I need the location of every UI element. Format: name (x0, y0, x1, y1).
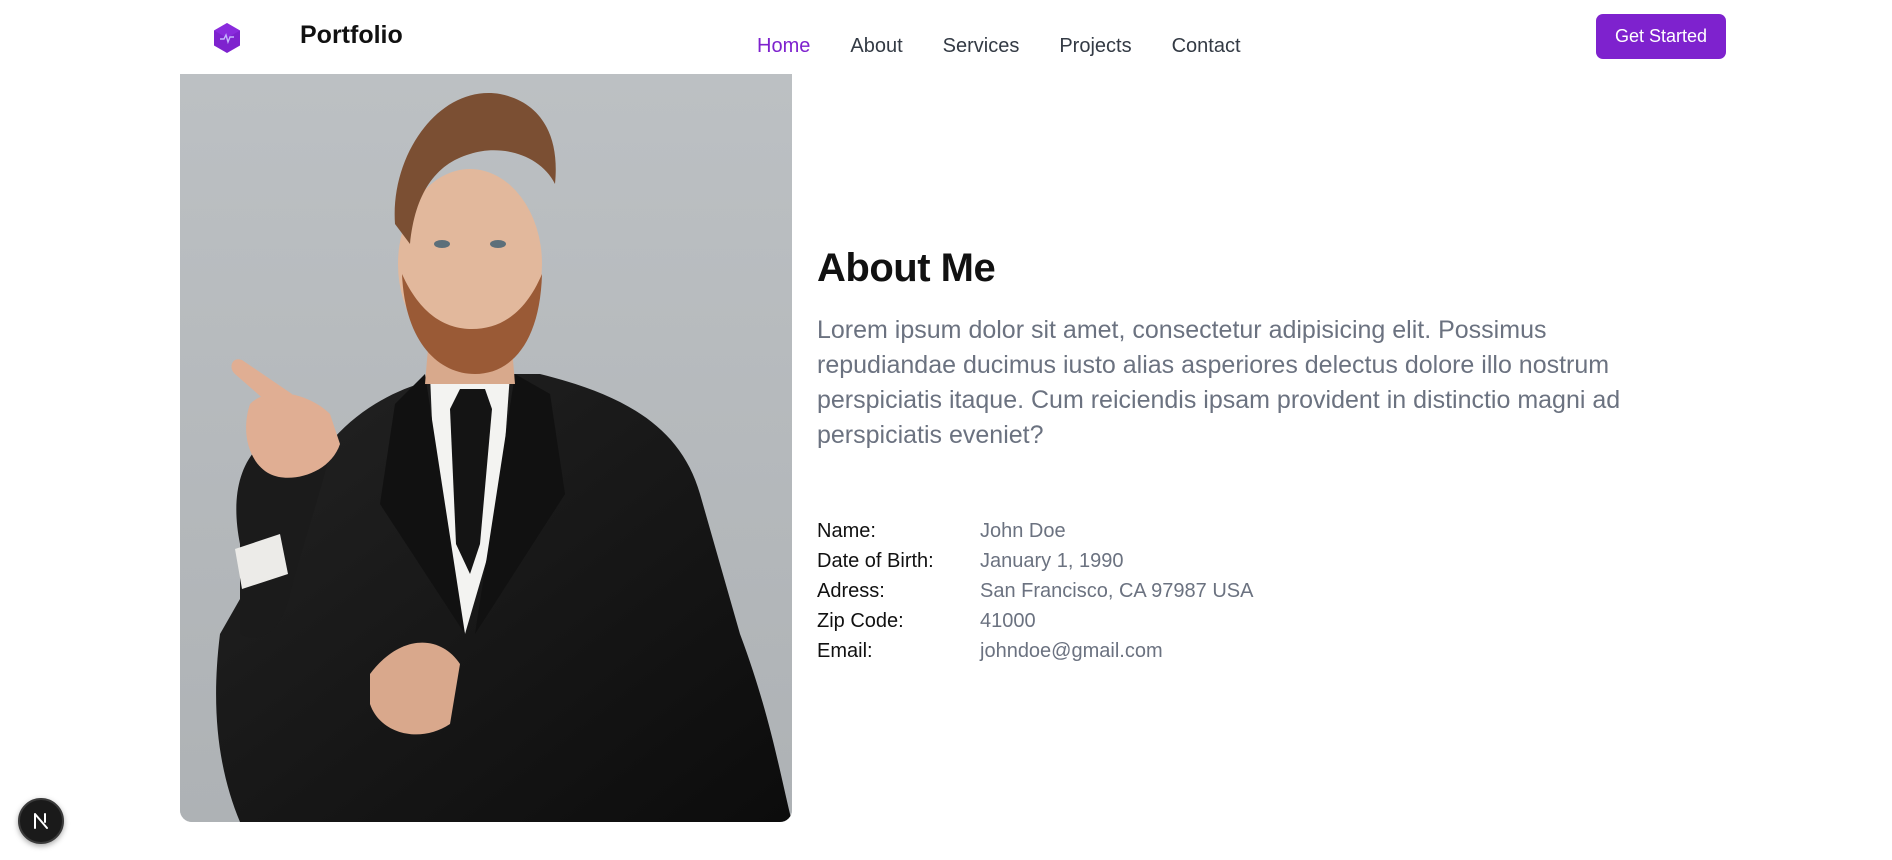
info-value: San Francisco, CA 97987 USA (980, 580, 1254, 602)
portrait-photo (180, 74, 792, 822)
nav-home[interactable]: Home (757, 35, 810, 58)
about-title: About Me (817, 246, 996, 290)
nextjs-dev-badge[interactable] (18, 798, 64, 844)
info-label: Date of Birth: (817, 550, 934, 572)
info-value: January 1, 1990 (980, 550, 1124, 572)
main-nav: Home About Services Projects Contact (757, 35, 1241, 58)
info-row-zip: Zip Code: 41000 (817, 606, 1253, 636)
info-value[interactable]: johndoe@gmail.com (980, 636, 1163, 666)
nav-about[interactable]: About (850, 35, 902, 58)
page: Portfolio Home About Services Projects C… (0, 0, 1892, 860)
get-started-button[interactable]: Get Started (1596, 14, 1726, 59)
info-label: Zip Code: (817, 610, 904, 632)
nav-services[interactable]: Services (943, 35, 1020, 58)
site-header: Portfolio Home About Services Projects C… (0, 0, 1892, 74)
hexagon-logo-icon[interactable] (212, 22, 242, 54)
info-label: Adress: (817, 580, 885, 602)
personal-info-list: Name: John Doe Date of Birth: January 1,… (817, 516, 1253, 666)
info-label: Email: (817, 640, 873, 662)
brand-name[interactable]: Portfolio (300, 21, 403, 50)
info-row-address: Adress: San Francisco, CA 97987 USA (817, 576, 1253, 606)
info-label: Name: (817, 520, 876, 542)
info-row-dob: Date of Birth: January 1, 1990 (817, 546, 1253, 576)
info-row-email: Email: johndoe@gmail.com (817, 636, 1253, 666)
info-value: 41000 (980, 610, 1036, 632)
nav-contact[interactable]: Contact (1172, 35, 1241, 58)
info-row-name: Name: John Doe (817, 516, 1253, 546)
portrait-illustration (180, 74, 792, 822)
info-value: John Doe (980, 520, 1066, 542)
about-description: Lorem ipsum dolor sit amet, consectetur … (817, 316, 1621, 449)
nav-projects[interactable]: Projects (1059, 35, 1131, 58)
nextjs-icon (34, 813, 48, 829)
